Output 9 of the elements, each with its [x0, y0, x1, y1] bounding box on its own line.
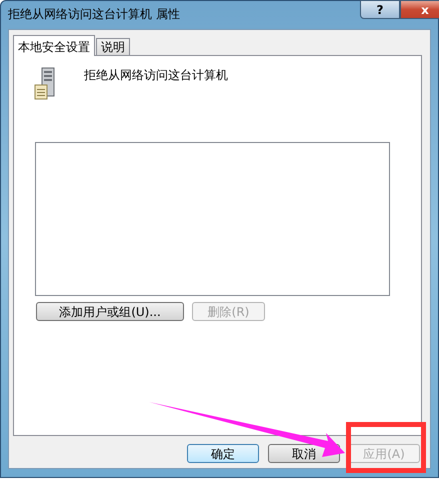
close-button[interactable]: x: [400, 0, 439, 19]
ok-button[interactable]: 确定: [187, 444, 259, 463]
add-button[interactable]: 添加用户或组(U)...: [36, 302, 184, 321]
tab[interactable]: 本地安全设置: [13, 35, 95, 56]
user-list[interactable]: [35, 142, 390, 296]
policy-name: 拒绝从网络访问这台计算机: [84, 67, 228, 83]
window-title: 拒绝从网络访问这台计算机 属性: [8, 6, 180, 22]
tab[interactable]: 说明: [96, 38, 130, 55]
help-button[interactable]: ?: [360, 0, 400, 19]
